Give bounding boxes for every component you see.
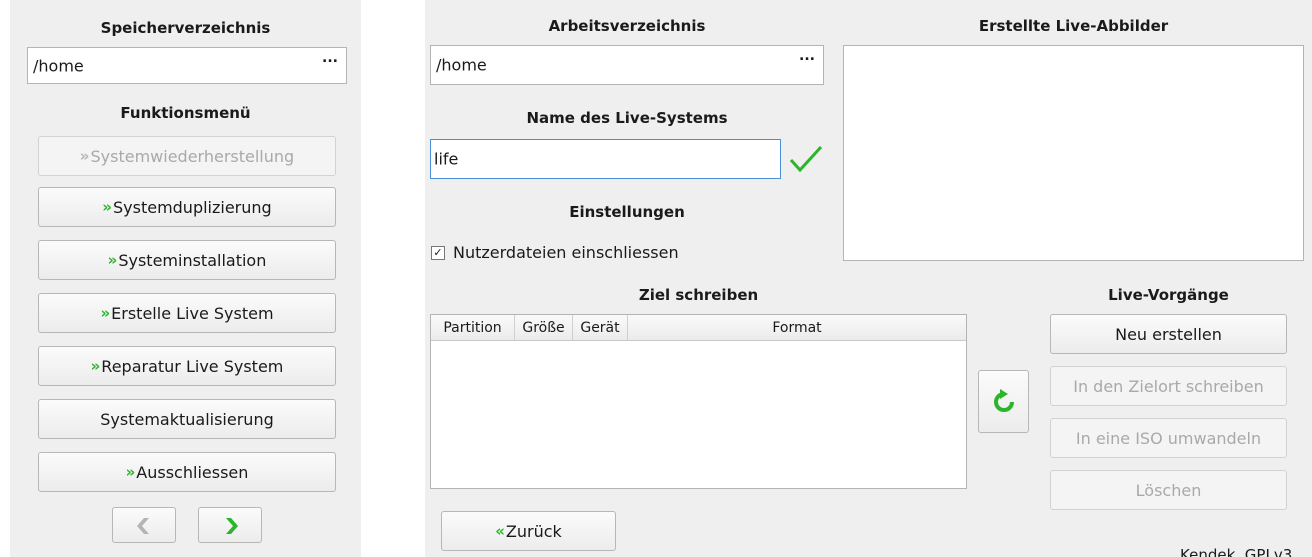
work-dir-field[interactable]: /home ... (430, 45, 824, 85)
create-live-button[interactable]: » Erstelle Live System (38, 293, 336, 333)
back-label: Zurück (505, 521, 562, 541)
work-dir-heading: Arbeitsverzeichnis (548, 17, 706, 35)
column-partition[interactable]: Partition (431, 315, 515, 340)
column-device[interactable]: Gerät (573, 315, 628, 340)
convert-iso-button[interactable]: In eine ISO umwandeln (1050, 418, 1287, 458)
chevron-right-icon: » (90, 357, 101, 375)
update-label: Systemaktualisierung (100, 409, 274, 429)
back-button[interactable]: « Zurück (441, 511, 616, 551)
duplicate-label: Systemduplizierung (112, 197, 272, 217)
delete-button[interactable]: Löschen (1050, 470, 1287, 510)
previous-page-button[interactable] (112, 507, 176, 543)
table-header: Partition Größe Gerät Format (431, 315, 966, 341)
storage-path-value: /home (33, 56, 84, 75)
menu-heading: Funktionsmenü (120, 104, 251, 122)
write-target-button[interactable]: In den Zielort schreiben (1050, 366, 1287, 406)
restore-label: Systemwiederherstellung (90, 146, 295, 166)
live-name-value: life (434, 149, 459, 169)
create-live-label: Erstelle Live System (111, 303, 274, 323)
repair-live-label: Reparatur Live System (101, 356, 284, 376)
chevron-right-icon: » (125, 463, 136, 481)
include-userdata-label: Nutzerdateien einschliessen (453, 243, 679, 262)
chevron-right-icon (226, 518, 238, 534)
next-page-button[interactable] (198, 507, 262, 543)
column-size[interactable]: Größe (515, 315, 573, 340)
work-dir-browse-button[interactable]: ... (799, 48, 815, 64)
restore-button[interactable]: » Systemwiederherstellung (38, 136, 336, 176)
live-name-heading: Name des Live-Systems (526, 109, 728, 127)
checkmark-valid-icon (789, 145, 823, 173)
exclude-label: Ausschliessen (136, 462, 249, 482)
chevron-right-icon: » (79, 147, 90, 165)
chevron-right-icon: » (102, 198, 112, 216)
target-heading: Ziel schreiben (638, 286, 759, 304)
storage-browse-button[interactable]: ... (322, 50, 338, 66)
storage-path-field[interactable]: /home ... (27, 47, 347, 84)
work-dir-value: /home (436, 55, 487, 75)
exclude-button[interactable]: » Ausschliessen (38, 452, 336, 492)
install-label: Systeminstallation (118, 250, 267, 270)
live-name-input[interactable]: life (430, 139, 781, 179)
chevron-right-icon: » (100, 304, 110, 322)
ops-heading: Live-Vorgänge (1108, 286, 1229, 304)
storage-heading: Speicherverzeichnis (100, 19, 271, 37)
chevron-right-icon: » (107, 251, 118, 269)
update-button[interactable]: Systemaktualisierung (38, 399, 336, 439)
refresh-button[interactable] (978, 370, 1029, 433)
live-images-list[interactable] (843, 45, 1304, 261)
repair-live-button[interactable]: » Reparatur Live System (38, 346, 336, 386)
column-format[interactable]: Format (628, 315, 966, 340)
new-create-button[interactable]: Neu erstellen (1050, 314, 1287, 354)
images-heading: Erstellte Live-Abbilder (978, 17, 1169, 35)
footer-credit: Kendek, GPLv3 (1180, 546, 1293, 557)
duplicate-button[interactable]: » Systemduplizierung (38, 187, 336, 227)
chevron-left-icon (137, 518, 149, 534)
include-userdata-checkbox[interactable]: ✓ (431, 246, 445, 260)
chevron-left-icon: « (495, 522, 505, 540)
install-button[interactable]: » Systeminstallation (38, 240, 336, 280)
settings-heading: Einstellungen (569, 203, 685, 221)
partition-table[interactable]: Partition Größe Gerät Format (430, 314, 967, 489)
refresh-icon (993, 388, 1014, 412)
